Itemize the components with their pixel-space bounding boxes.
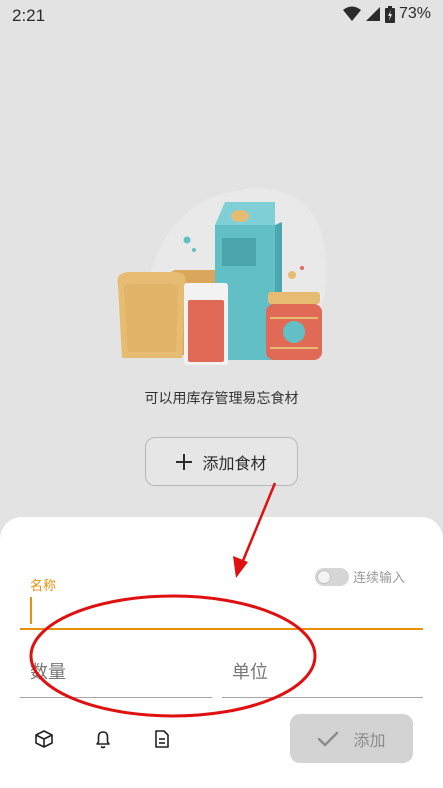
name-field[interactable]	[20, 628, 423, 630]
box-icon[interactable]	[33, 728, 55, 750]
signal-icon	[365, 7, 380, 21]
name-field-cursor	[30, 597, 32, 624]
status-time: 2:21	[12, 6, 46, 25]
note-icon[interactable]	[151, 728, 173, 750]
bell-icon[interactable]	[92, 728, 114, 750]
continuous-input-label: 连续输入	[353, 571, 406, 586]
wifi-icon	[342, 6, 361, 21]
battery-icon	[384, 5, 395, 23]
status-bar: 2:21 73%	[0, 0, 443, 30]
toggle-track[interactable]	[315, 567, 349, 586]
toggle-thumb	[317, 569, 331, 584]
confirm-add-button[interactable]: 添加	[290, 714, 413, 763]
quantity-field[interactable]: 数量	[20, 648, 212, 698]
continuous-input-toggle[interactable]: 连续输入	[315, 567, 405, 586]
groceries-illustration	[117, 188, 327, 365]
battery-percent: 73%	[398, 5, 431, 22]
empty-state-message: 可以用库存管理易忘食材	[144, 391, 299, 407]
check-icon	[318, 731, 339, 746]
confirm-add-label: 添加	[353, 730, 386, 750]
status-icons: 73%	[342, 5, 431, 23]
unit-placeholder: 单位	[232, 662, 268, 683]
unit-field[interactable]: 单位	[222, 648, 423, 698]
add-food-label: 添加食材	[202, 453, 267, 473]
plus-icon	[176, 453, 193, 470]
add-food-button[interactable]: 添加食材	[145, 437, 298, 486]
name-field-label: 名称	[30, 579, 57, 594]
quantity-placeholder: 数量	[30, 662, 66, 683]
